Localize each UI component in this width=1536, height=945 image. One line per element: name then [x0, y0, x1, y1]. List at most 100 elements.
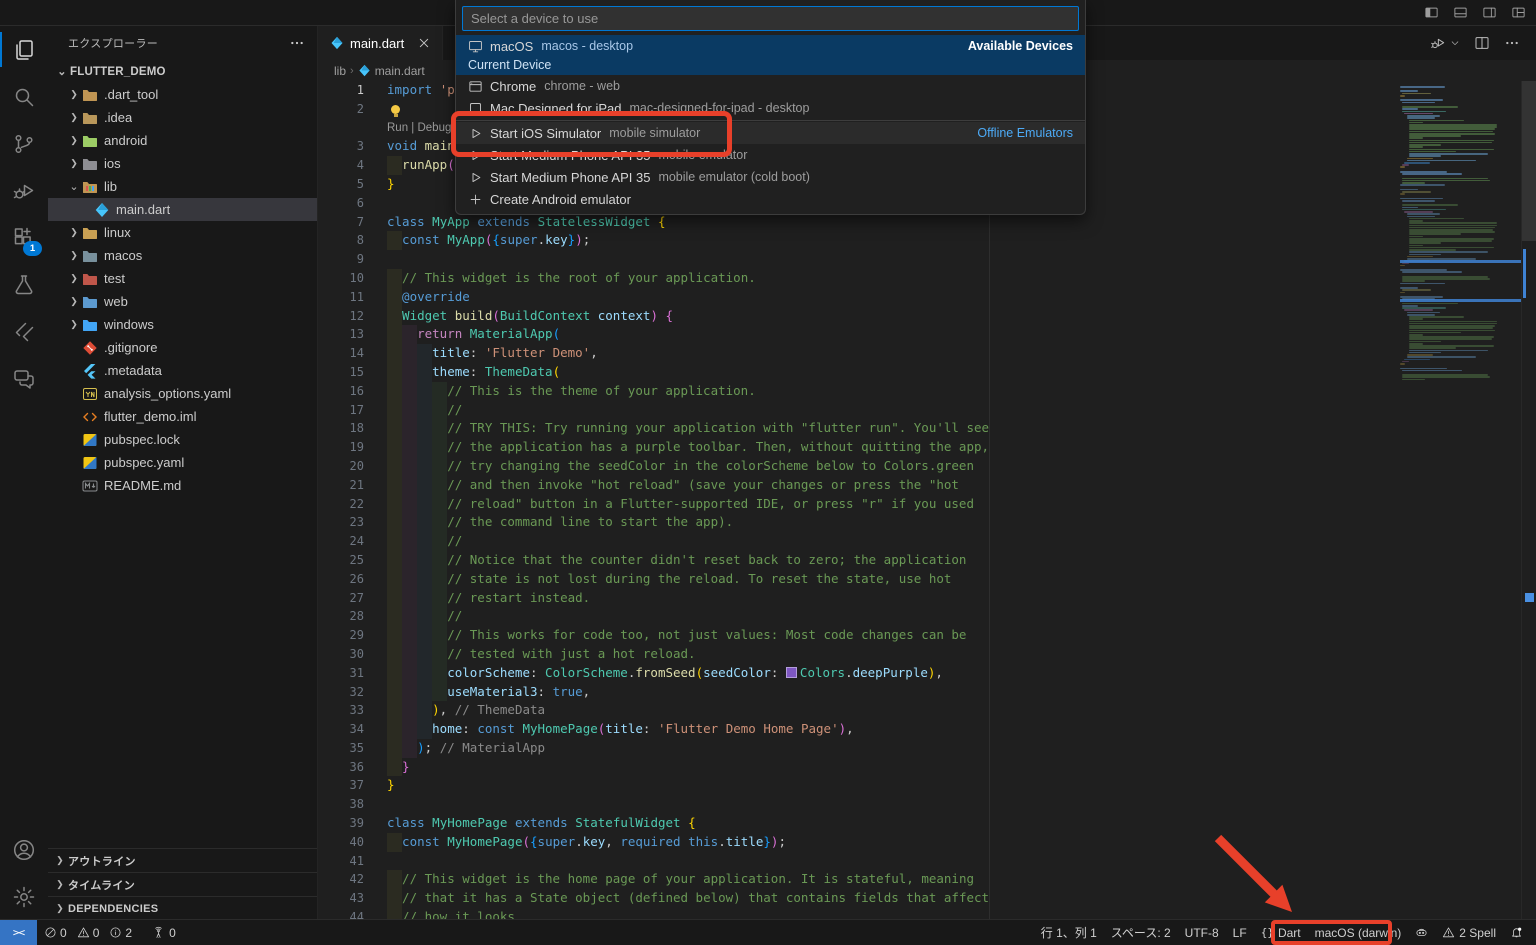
line-number: 7 — [318, 213, 364, 232]
tree-item--metadata[interactable]: .metadata — [48, 359, 317, 382]
sidebar-section-0[interactable]: ❯アウトライン — [48, 848, 317, 872]
broadcast-indicator[interactable]: 0 — [145, 920, 183, 945]
tree-item-windows[interactable]: ❯windows — [48, 313, 317, 336]
scrollbar-thumb[interactable] — [1522, 81, 1536, 241]
status-cursor-position[interactable]: 行 1、列 1 — [1034, 920, 1104, 945]
breadcrumb-file[interactable]: main.dart — [375, 64, 425, 78]
device-item-start-medium-phone-api-35[interactable]: Start Medium Phone API 35mobile emulator — [456, 144, 1085, 166]
status-language-mode[interactable]: {}Dart — [1254, 920, 1308, 945]
activity-item-source-control[interactable] — [0, 120, 48, 167]
ellipsis-icon[interactable] — [1504, 35, 1520, 51]
play-icon — [468, 170, 483, 185]
more-actions-icon[interactable] — [289, 35, 305, 51]
status-indentation[interactable]: スペース: 2 — [1104, 920, 1178, 945]
code-line-28: 28// — [318, 607, 1536, 626]
tree-item--idea[interactable]: ❯.idea — [48, 106, 317, 129]
line-number: 39 — [318, 814, 364, 833]
extensions-badge: 1 — [23, 241, 42, 256]
activity-item-run-debug[interactable] — [0, 167, 48, 214]
line-number: 13 — [318, 325, 364, 344]
tree-item-linux[interactable]: ❯linux — [48, 221, 317, 244]
tree-item-flutter-demo-iml[interactable]: flutter_demo.iml — [48, 405, 317, 428]
indent-guide — [387, 683, 402, 702]
device-item-chrome[interactable]: Chromechrome - web — [456, 75, 1085, 97]
activity-item-explorer[interactable] — [0, 26, 48, 73]
status-flutter-device[interactable]: macOS (darwin) — [1308, 920, 1409, 945]
indent-guide — [432, 457, 447, 476]
tree-item-android[interactable]: ❯android — [48, 129, 317, 152]
device-label: Start iOS Simulator — [490, 126, 601, 141]
device-item-start-medium-phone-api-35[interactable]: Start Medium Phone API 35mobile emulator… — [456, 166, 1085, 188]
tree-project-root[interactable]: ⌄FLUTTER_DEMO — [48, 60, 317, 83]
lightbulb-icon[interactable] — [391, 105, 400, 114]
line-number: 40 — [318, 833, 364, 852]
sidebar-section-2[interactable]: ❯DEPENDENCIES — [48, 896, 317, 920]
overview-ruler[interactable] — [1521, 81, 1536, 920]
tree-item-analysis-options-yaml[interactable]: analysis_options.yaml — [48, 382, 317, 405]
tree-item-lib[interactable]: ⌄lib — [48, 175, 317, 198]
device-item-create-android-emulator[interactable]: Create Android emulator — [456, 188, 1085, 210]
activity-item-testing[interactable] — [0, 261, 48, 308]
status-spell[interactable]: 2 Spell — [1435, 920, 1503, 945]
activity-item-extensions[interactable]: 1 — [0, 214, 48, 261]
code-line-30: 30// tested with just a hot reload. — [318, 645, 1536, 664]
tree-item-macos[interactable]: ❯macos — [48, 244, 317, 267]
status-encoding[interactable]: UTF-8 — [1178, 920, 1226, 945]
indent-guide — [402, 419, 417, 438]
activity-item-flutter[interactable] — [0, 308, 48, 355]
flutter-icon — [12, 320, 36, 344]
quick-pick-input-row — [456, 0, 1085, 35]
breadcrumb-dir[interactable]: lib — [334, 64, 346, 78]
tree-item-pubspec-lock[interactable]: pubspec.lock — [48, 428, 317, 451]
tree-item--dart-tool[interactable]: ❯.dart_tool — [48, 83, 317, 106]
activity-item-accounts[interactable] — [0, 826, 48, 873]
code-line-8: 8const MyApp({super.key}); — [318, 231, 1536, 250]
line-number: 18 — [318, 419, 364, 438]
device-item-macos[interactable]: macOSmacos - desktopAvailable Devices — [456, 35, 1085, 57]
close-icon[interactable] — [416, 35, 432, 51]
activity-item-chat[interactable] — [0, 355, 48, 402]
tree-item-ios[interactable]: ❯ios — [48, 152, 317, 175]
indent-guide — [402, 739, 417, 758]
device-item-mac-designed-for-ipad[interactable]: Mac Designed for iPadmac-designed-for-ip… — [456, 97, 1085, 119]
panel-right-icon[interactable] — [1482, 5, 1497, 20]
run-bug-icon[interactable] — [1430, 35, 1446, 51]
device-item-start-ios-simulator[interactable]: Start iOS Simulatormobile simulatorOffli… — [456, 122, 1085, 144]
overview-selection-mark — [1523, 249, 1526, 298]
indent-guide — [417, 589, 432, 608]
chevron-down-icon[interactable] — [1450, 38, 1460, 48]
indent-guide — [417, 701, 432, 720]
status-copilot[interactable] — [1408, 920, 1435, 945]
tree-item-readme-md[interactable]: README.md — [48, 474, 317, 497]
device-search-input[interactable] — [462, 6, 1079, 31]
panel-left-icon[interactable] — [1424, 5, 1439, 20]
tree-item-test[interactable]: ❯test — [48, 267, 317, 290]
status-eol[interactable]: LF — [1226, 920, 1254, 945]
status-notifications[interactable] — [1503, 920, 1530, 945]
remote-indicator[interactable]: >< — [0, 920, 37, 945]
minimap[interactable] — [1400, 86, 1522, 920]
folder-icon — [82, 271, 98, 286]
tree-item-main-dart[interactable]: main.dart — [48, 198, 317, 221]
split-icon[interactable] — [1474, 35, 1490, 51]
tree-item-web[interactable]: ❯web — [48, 290, 317, 313]
device-description: mobile simulator — [609, 126, 700, 140]
panel-bottom-icon[interactable] — [1453, 5, 1468, 20]
activity-item-settings[interactable] — [0, 873, 48, 920]
layout-icon[interactable] — [1511, 5, 1526, 20]
activity-item-search[interactable] — [0, 73, 48, 120]
code-line-18: 18// TRY THIS: Try running your applicat… — [318, 419, 1536, 438]
tree-item--gitignore[interactable]: .gitignore — [48, 336, 317, 359]
problems-indicator[interactable]: 002 — [37, 920, 145, 945]
indent-guide — [402, 457, 417, 476]
tree-item-pubspec-yaml[interactable]: pubspec.yaml — [48, 451, 317, 474]
code-line-22: 22// reload" button in a Flutter-support… — [318, 495, 1536, 514]
indent-guide — [432, 551, 447, 570]
line-number: 35 — [318, 739, 364, 758]
line-number: 33 — [318, 701, 364, 720]
indent-guide — [387, 889, 402, 908]
tree-item-label: windows — [104, 317, 154, 332]
indent-guide — [417, 607, 432, 626]
tab-main-dart[interactable]: main.dart — [318, 26, 443, 60]
sidebar-section-1[interactable]: ❯タイムライン — [48, 872, 317, 896]
